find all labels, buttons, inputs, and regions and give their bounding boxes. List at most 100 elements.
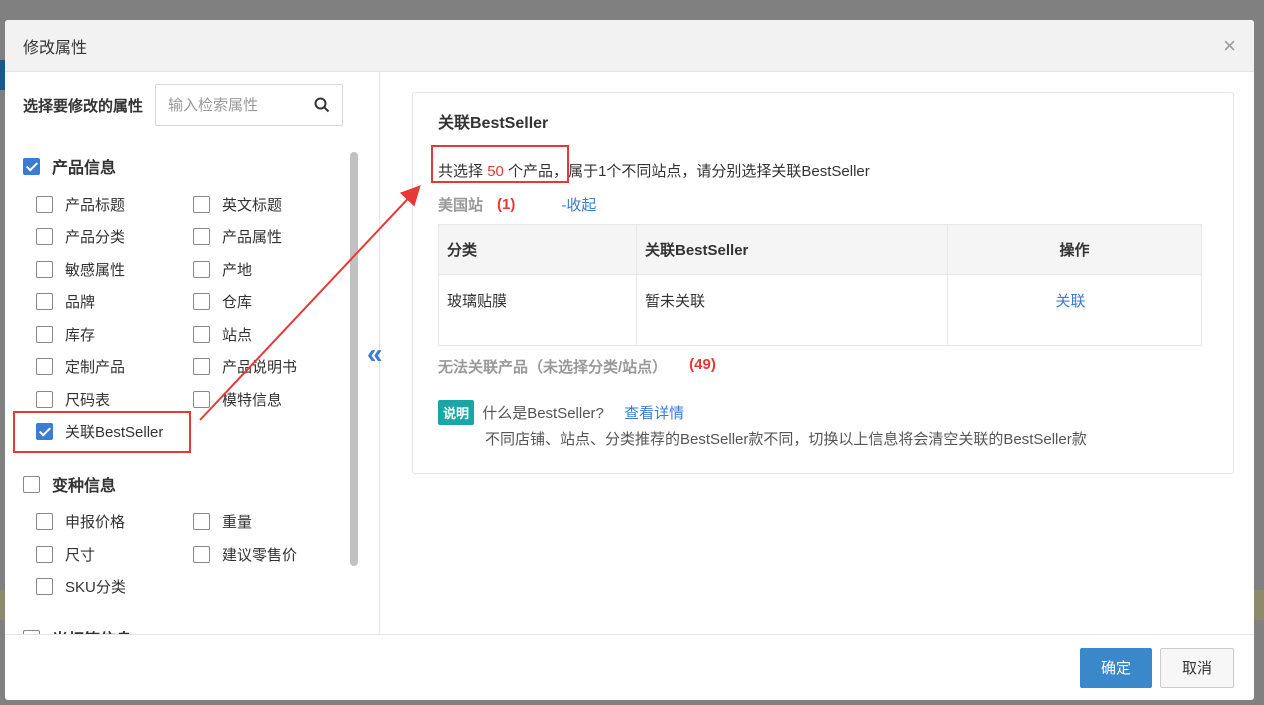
attr-item[interactable]: 尺码表 [36,389,110,410]
group-variant-info[interactable]: 变种信息 [23,472,116,496]
group-variant-info-checkbox[interactable] [23,475,40,493]
select-attributes-label: 选择要修改的属性 [23,97,144,115]
note-line: 说明 什么是BestSeller? 查看详情 [438,400,684,425]
attr-checkbox[interactable] [193,546,210,563]
attr-label: 站点 [222,327,253,344]
dialog-header: 修改属性 × [5,20,1254,72]
attr-label: 建议零售价 [222,547,298,564]
attr-checkbox[interactable] [193,196,210,213]
attr-label: 产品说明书 [222,359,298,376]
attr-item[interactable]: 尺寸 [36,544,95,565]
attr-label: 敏感属性 [65,262,126,279]
edit-attributes-dialog: 修改属性 × 选择要修改的属性 产品信息 [5,20,1254,700]
group-product-info-label: 产品信息 [52,160,117,177]
attr-item[interactable]: 站点 [193,324,252,345]
attr-label: 产品属性 [222,229,283,246]
attr-checkbox[interactable] [36,196,53,213]
bestseller-card: 关联BestSeller 共选择 50 个产品，属于1个不同站点，请分别选择关联… [412,92,1234,474]
attr-checkbox[interactable] [36,391,53,408]
attr-checkbox[interactable] [193,261,210,278]
cell-action: 关联 [947,274,1202,346]
attr-checkbox[interactable] [193,358,210,375]
view-details-link[interactable]: 查看详情 [624,405,684,422]
attr-checkbox[interactable] [36,326,53,343]
attr-checkbox[interactable] [193,228,210,245]
attr-item[interactable]: 产品说明书 [193,356,297,377]
attr-checkbox[interactable] [36,228,53,245]
attr-item[interactable]: 申报价格 [36,511,125,532]
attr-item[interactable]: 模特信息 [193,389,282,410]
attribute-search-box [155,84,344,126]
attr-item[interactable]: 重量 [193,511,252,532]
link-bestseller-button[interactable]: 关联 [1055,293,1085,310]
table-row: 玻璃贴膜 暂未关联 关联 [438,274,1202,346]
group-variant-info-label: 变种信息 [52,478,117,495]
col-header-bestseller: 关联BestSeller [636,224,948,275]
attr-label: 尺码表 [65,392,111,409]
collapse-site-link[interactable]: -收起 [561,194,596,215]
attribute-selector-pane: 选择要修改的属性 产品信息 产品标题 英文标题 产品分类 [5,72,380,634]
note-question: 什么是BestSeller? [482,405,604,422]
attr-item[interactable]: 产品分类 [36,226,125,247]
site-count: (1) [497,196,516,213]
attr-label: 模特信息 [222,392,283,409]
bestseller-table: 分类 关联BestSeller 操作 玻璃贴膜 暂未关联 关联 [438,224,1202,346]
attr-checkbox[interactable] [36,578,53,595]
highlight-box-summary [431,145,569,183]
card-title: 关联BestSeller [438,115,549,132]
attribute-search-row: 选择要修改的属性 [23,84,344,126]
attribute-search-input[interactable] [168,96,309,114]
confirm-button[interactable]: 确定 [1080,647,1152,688]
attr-label: 英文标题 [222,197,283,214]
attr-item[interactable]: 品牌 [36,291,95,312]
col-header-category: 分类 [438,224,637,275]
attr-label: 品牌 [65,294,96,311]
attr-label: 定制产品 [65,359,126,376]
group-product-info-checkbox[interactable] [23,157,40,175]
group-box-info[interactable]: 光杆箱信息 [23,626,132,634]
close-icon[interactable]: × [1223,34,1236,57]
dialog-footer: 确定 取消 [5,634,1254,700]
attr-item[interactable]: 英文标题 [193,194,282,215]
attr-item[interactable]: 产品标题 [36,194,125,215]
attr-item[interactable]: 仓库 [193,291,252,312]
summary-suffix: 属于1个不同站点，请分别选择关联BestSeller [568,163,870,180]
unlinked-count: (49) [689,356,716,373]
unlinked-products-line: 无法关联产品（未选择分类/站点） (49) [438,356,716,377]
attr-label: 申报价格 [65,514,126,531]
attr-item[interactable]: 产品属性 [193,226,282,247]
dialog-title: 修改属性 [23,39,88,57]
attr-label: 尺寸 [65,547,96,564]
attr-item[interactable]: 产地 [193,259,252,280]
search-icon[interactable] [314,97,330,113]
site-name: 美国站 [438,197,484,214]
unlinked-label: 无法关联产品（未选择分类/站点） [438,359,668,376]
attr-item[interactable]: 库存 [36,324,95,345]
attribute-list-scrollbar[interactable] [350,152,358,566]
attr-label: 产品标题 [65,197,126,214]
attr-checkbox[interactable] [36,261,53,278]
site-line: 美国站 (1) -收起 [438,194,596,215]
attr-item[interactable]: 建议零售价 [193,544,297,565]
attribute-editor-pane: 关联BestSeller 共选择 50 个产品，属于1个不同站点，请分别选择关联… [380,72,1254,634]
attr-checkbox[interactable] [193,293,210,310]
cancel-button[interactable]: 取消 [1160,647,1234,688]
attr-item[interactable]: 定制产品 [36,356,125,377]
attr-checkbox[interactable] [36,293,53,310]
cell-category: 玻璃贴膜 [438,274,637,346]
group-box-info-label: 光杆箱信息 [52,626,132,634]
dialog-body: 选择要修改的属性 产品信息 产品标题 英文标题 产品分类 [5,72,1254,634]
attr-label: 库存 [65,327,96,344]
attr-checkbox[interactable] [36,546,53,563]
attr-label: 仓库 [222,294,253,311]
attr-checkbox[interactable] [36,513,53,530]
attr-checkbox[interactable] [193,513,210,530]
attr-label: SKU分类 [65,579,126,596]
attr-checkbox[interactable] [193,391,210,408]
attr-item[interactable]: 敏感属性 [36,259,125,280]
note-badge: 说明 [438,400,475,425]
attr-checkbox[interactable] [36,358,53,375]
group-product-info[interactable]: 产品信息 [23,154,116,178]
attr-checkbox[interactable] [193,326,210,343]
attr-item[interactable]: SKU分类 [36,576,126,597]
